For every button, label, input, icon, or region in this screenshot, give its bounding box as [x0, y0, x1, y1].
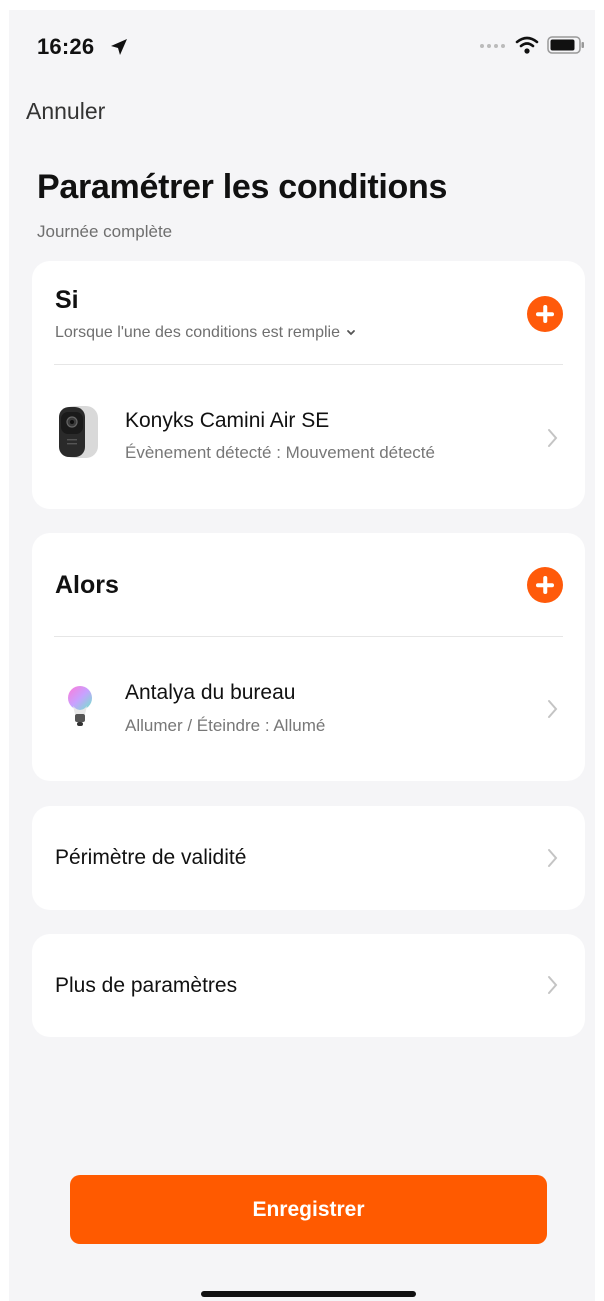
- wifi-icon: [515, 36, 539, 54]
- status-icons: [479, 36, 585, 54]
- location-arrow-icon: [111, 39, 127, 55]
- status-time: 16:26: [37, 34, 95, 59]
- page-title: Paramétrer les conditions: [37, 168, 448, 206]
- if-title: Si: [55, 286, 79, 314]
- chevron-right-icon: [548, 976, 558, 994]
- chevron-right-icon: [548, 849, 558, 867]
- bulb-detail: Allumer / Éteindre : Allumé: [125, 716, 326, 735]
- validity-label: Périmètre de validité: [55, 846, 247, 869]
- chevron-right-icon: [548, 429, 558, 447]
- camera-detail: Évènement détecté : Mouvement détecté: [125, 443, 435, 462]
- camera-name: Konyks Camini Air SE: [125, 409, 330, 432]
- screen: 16:26 Annuler Paramétrer les conditions …: [9, 10, 595, 1301]
- validity-row[interactable]: Périmètre de validité: [32, 806, 585, 910]
- condition-mode-label: Lorsque l'une des conditions est remplie: [55, 324, 340, 341]
- more-settings-label: Plus de paramètres: [55, 974, 238, 997]
- condition-row-camera[interactable]: Konyks Camini Air SE Évènement détecté :…: [32, 365, 585, 509]
- battery-icon: [547, 36, 584, 54]
- cancel-button[interactable]: Annuler: [26, 98, 105, 125]
- if-card: Si Lorsque l'une des conditions est remp…: [32, 261, 585, 509]
- then-card: Alors Antalya du bureau Allumer / Éteind…: [32, 533, 585, 781]
- page-subtitle: Journée complète: [37, 222, 173, 241]
- add-action-button[interactable]: [527, 567, 563, 603]
- chevron-right-icon: [548, 700, 558, 718]
- add-condition-button[interactable]: [527, 296, 563, 332]
- action-row-bulb[interactable]: Antalya du bureau Allumer / Éteindre : A…: [32, 637, 585, 781]
- bulb-device-icon: [68, 686, 92, 726]
- chevron-down-icon: [347, 330, 355, 336]
- signal-dots-icon: [480, 44, 505, 48]
- more-settings-row[interactable]: Plus de paramètres: [32, 934, 585, 1037]
- camera-device-icon: [59, 406, 98, 458]
- bulb-name: Antalya du bureau: [125, 681, 296, 704]
- condition-mode-selector[interactable]: Lorsque l'une des conditions est remplie: [55, 324, 356, 342]
- save-button[interactable]: Enregistrer: [70, 1175, 547, 1244]
- home-indicator: [201, 1291, 416, 1297]
- then-title: Alors: [55, 571, 119, 599]
